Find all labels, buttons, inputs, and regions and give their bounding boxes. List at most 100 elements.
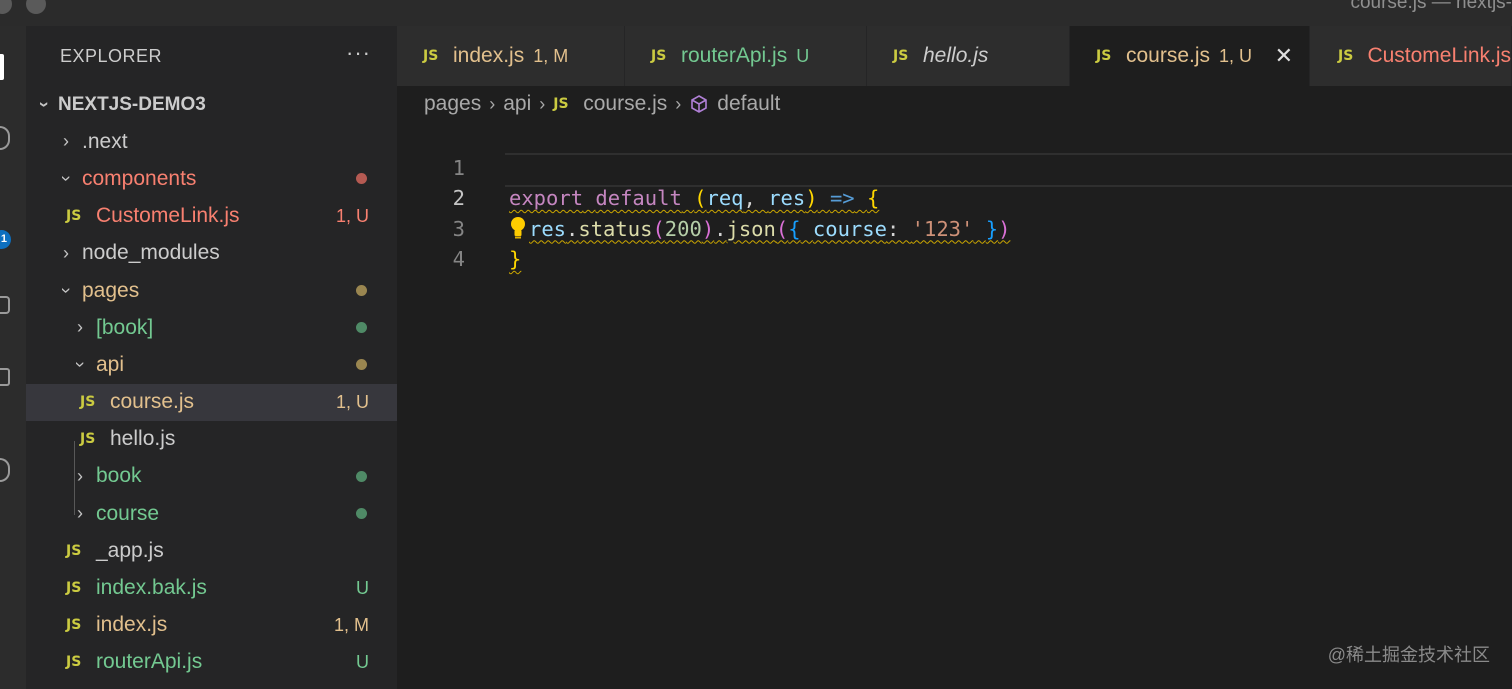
editor-area: JS index.js 1, M JS routerApi.js U JS he… (397, 26, 1512, 689)
tab-hello-js[interactable]: JS hello.js (867, 26, 1070, 86)
tab-customelink-js[interactable]: JS CustomeLink.js (1310, 26, 1512, 86)
tree-folder-book[interactable]: › book (26, 458, 397, 495)
js-file-icon: JS (66, 654, 82, 671)
chevron-right-icon: › (77, 465, 83, 486)
tree-item-label: pages (82, 278, 140, 302)
tree-item-label: index.bak.js (96, 576, 207, 600)
code-editor[interactable]: 1 export default (req, res) => { 2 res.s… (397, 122, 1512, 272)
chevron-right-icon: › (77, 503, 83, 524)
explorer-sidebar: EXPLORER ··· › NEXTJS-DEMO3 › .next › co… (26, 26, 397, 689)
chevron-down-icon: › (34, 101, 55, 108)
tree-file-customelink[interactable]: JS CustomeLink.js 1, U (26, 198, 397, 235)
untracked-dot-icon (356, 322, 367, 334)
extensions-icon[interactable] (0, 368, 10, 386)
modified-dot-icon (356, 285, 367, 297)
window-minimize-button[interactable] (26, 0, 46, 14)
project-name: NEXTJS-DEMO3 (58, 93, 206, 115)
tab-label: hello.js (923, 44, 989, 67)
tree-item-label: [book] (96, 315, 154, 339)
tree-file-index-bak[interactable]: JS index.bak.js U (26, 569, 397, 606)
tree-item-label: routerApi.js (96, 650, 203, 674)
tree-item-label: node_modules (82, 241, 220, 265)
watermark: @稀土掘金技术社区 (1327, 645, 1490, 665)
title-bar: course.js — nextjs- (0, 0, 1512, 26)
modified-dot-icon (356, 359, 367, 371)
tab-label: course.js (1126, 44, 1211, 67)
tree-folder-next[interactable]: › .next (26, 123, 397, 160)
tree-file-routerapi[interactable]: JS routerApi.js U (26, 644, 397, 681)
run-debug-icon[interactable] (0, 296, 10, 314)
line-number: 4 (452, 247, 465, 271)
tab-index-js[interactable]: JS index.js 1, M (397, 26, 625, 86)
breadcrumb-item[interactable]: pages (424, 92, 481, 116)
tab-bar: JS index.js 1, M JS routerApi.js U JS he… (397, 26, 1512, 86)
untracked-dot-icon (356, 508, 367, 520)
chevron-right-icon: › (539, 93, 546, 114)
tab-label: routerApi.js (681, 44, 788, 67)
code-line-current: 2 res.status(200).json({ course: '123' }… (397, 152, 1512, 241)
js-file-icon: JS (1096, 48, 1112, 64)
tree-folder-node-modules[interactable]: › node_modules (26, 235, 397, 272)
tree-folder-api[interactable]: › api (26, 346, 397, 383)
explorer-title: EXPLORER (60, 46, 163, 66)
tree-file-hello[interactable]: JS hello.js (26, 421, 397, 458)
tab-label: CustomeLink.js (1367, 44, 1511, 67)
code-line: 3 } (397, 183, 1512, 272)
js-file-icon: JS (1338, 48, 1354, 64)
tree-folder-pages[interactable]: › pages (26, 272, 397, 309)
source-control-badge[interactable]: 1 (0, 230, 11, 249)
chevron-right-icon: › (63, 131, 69, 152)
chevron-down-icon: › (56, 175, 77, 182)
tree-item-label: CustomeLink.js (96, 204, 240, 228)
tree-item-label: api (96, 352, 125, 376)
project-root[interactable]: › NEXTJS-DEMO3 (26, 86, 397, 123)
tab-course-js[interactable]: JS course.js 1, U ✕ (1070, 26, 1310, 86)
search-icon[interactable] (0, 126, 10, 150)
tree-file-course[interactable]: JS course.js 1, U (26, 383, 397, 421)
file-status: 1, U (335, 391, 369, 412)
more-actions-icon[interactable]: ··· (346, 40, 371, 66)
tree-file-index[interactable]: JS index.js 1, M (26, 607, 397, 644)
js-file-icon: JS (66, 580, 82, 597)
window-close-button[interactable] (0, 0, 12, 14)
tree-folder-book-dynamic[interactable]: › [book] (26, 309, 397, 346)
tree-file-app[interactable]: JS _app.js (26, 532, 397, 569)
chevron-right-icon: › (675, 93, 682, 114)
tab-status: 1, M (533, 45, 569, 66)
close-icon[interactable]: ✕ (1275, 43, 1293, 69)
file-status: 1, M (333, 614, 369, 635)
tab-status: U (796, 45, 810, 66)
breadcrumb-item[interactable]: course.js (583, 92, 667, 116)
js-file-icon: JS (553, 96, 569, 112)
file-tree: › NEXTJS-DEMO3 › .next › components JS C… (26, 86, 397, 681)
js-file-icon: JS (66, 208, 82, 225)
tree-item-label: hello.js (110, 427, 176, 451)
breadcrumb: pages › api › JS course.js › default (424, 92, 780, 116)
chevron-down-icon: › (56, 287, 77, 294)
chevron-right-icon: › (77, 317, 83, 338)
file-status: U (356, 577, 369, 598)
tab-status: 1, U (1219, 45, 1253, 66)
js-file-icon: JS (66, 617, 82, 634)
js-file-icon: JS (80, 394, 96, 411)
tree-item-label: index.js (96, 613, 168, 637)
tree-item-label: .next (82, 129, 128, 153)
breadcrumb-item[interactable]: api (503, 92, 531, 116)
explorer-activity-indicator (0, 54, 4, 80)
tree-item-label: course (96, 501, 160, 525)
chevron-right-icon: › (489, 93, 496, 114)
tree-folder-components[interactable]: › components (26, 160, 397, 197)
chevron-right-icon: › (63, 242, 69, 263)
error-dot-icon (356, 173, 367, 185)
tab-routerapi-js[interactable]: JS routerApi.js U (625, 26, 867, 86)
tree-folder-course[interactable]: › course (26, 495, 397, 532)
js-file-icon: JS (66, 542, 82, 559)
file-status: U (356, 651, 369, 672)
tree-item-label: book (96, 464, 142, 488)
js-file-icon: JS (80, 431, 96, 448)
file-status: 1, U (335, 205, 369, 226)
tab-label: index.js (453, 44, 525, 67)
js-file-icon: JS (651, 48, 667, 64)
breadcrumb-item[interactable]: default (717, 92, 780, 116)
remote-icon[interactable] (0, 458, 10, 482)
